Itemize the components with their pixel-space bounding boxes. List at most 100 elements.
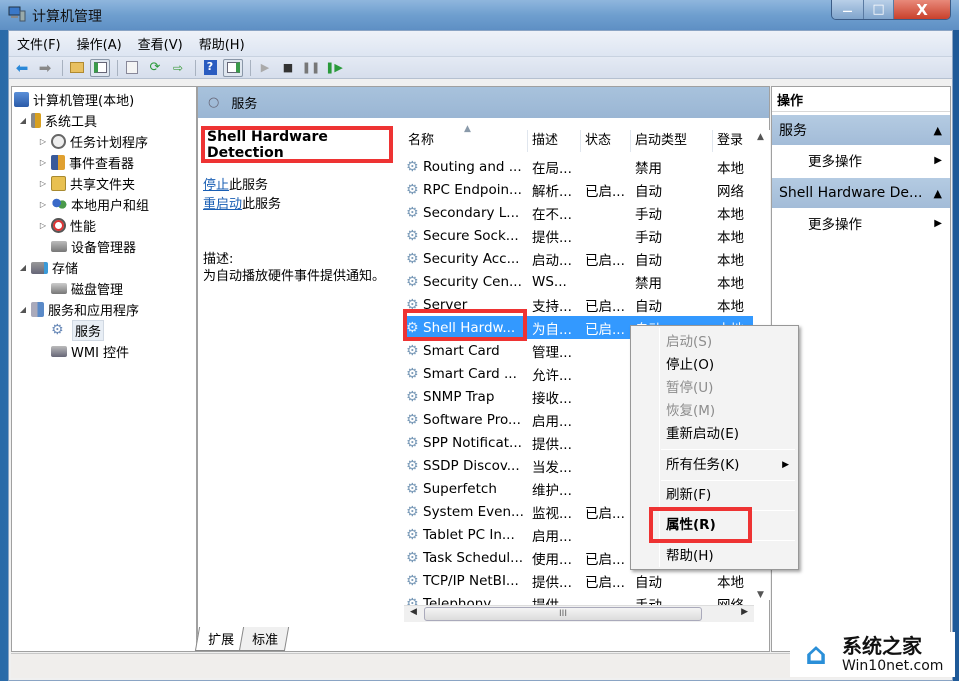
cell-name: ⚙ Software Pro...	[404, 412, 528, 428]
column-header-logon[interactable]: 登录	[713, 130, 754, 152]
annotation-box-selected-row	[403, 309, 527, 341]
cell-status: 已启...	[585, 574, 625, 591]
refresh-button[interactable]: ⟳	[145, 59, 165, 77]
tree-item-services-apps[interactable]: ◢ 服务和应用程序	[18, 299, 139, 320]
minimize-icon: —	[842, 6, 853, 17]
more-actions-services[interactable]: 更多操作 ▶	[772, 145, 950, 175]
collapsed-icon[interactable]: ▷	[38, 137, 48, 146]
scroll-up-icon[interactable]: ▲	[757, 132, 764, 142]
collapse-icon[interactable]: ▲	[934, 187, 942, 200]
collapsed-icon[interactable]: ▷	[38, 221, 48, 230]
menu-item-help[interactable]: 帮助(H)	[666, 545, 791, 567]
scroll-right-icon[interactable]: ▶	[741, 607, 748, 617]
menu-item-all-tasks[interactable]: 所有任务(K) ▶	[666, 454, 791, 476]
more-actions-shell-hardware[interactable]: 更多操作 ▶	[772, 208, 950, 238]
menu-separator	[661, 480, 795, 481]
stop-service-link[interactable]: 停止	[203, 178, 229, 193]
cell-name: ⚙ SSDP Discov...	[404, 458, 528, 474]
scroll-left-icon[interactable]: ◀	[410, 607, 417, 617]
table-row[interactable]: ⚙ RPC Endpoin... 解析... 已启... 自动 网络	[404, 178, 754, 201]
menu-action[interactable]: 操作(A)	[77, 34, 122, 53]
menu-item-start[interactable]: 启动(S)	[666, 331, 791, 353]
table-row[interactable]: ⚙ Secondary L... 在不... 手动 本地	[404, 201, 754, 224]
tree-item-shared-folders[interactable]: ▷ 共享文件夹	[38, 173, 135, 194]
minimize-button[interactable]: —	[832, 0, 864, 19]
collapsed-icon[interactable]: ▷	[38, 200, 48, 209]
tree-item-system-tools[interactable]: ◢ 系统工具	[18, 110, 97, 131]
horizontal-scrollbar[interactable]: ◀ III ▶	[404, 605, 754, 622]
actions-group-shell-hardware[interactable]: Shell Hardware De... ▲	[772, 178, 950, 208]
expanded-icon[interactable]: ◢	[18, 263, 28, 272]
tree-item-disk-management[interactable]: 磁盘管理	[51, 278, 123, 299]
cell-name: ⚙ Smart Card ...	[404, 366, 528, 382]
tree-item-services[interactable]: ⚙ 服务	[51, 320, 105, 341]
column-header-startup-type[interactable]: 启动类型	[631, 130, 713, 152]
tree-item-device-manager[interactable]: 设备管理器	[51, 236, 136, 257]
cell-text: Security Acc...	[423, 250, 520, 267]
action-label: 更多操作	[808, 217, 862, 233]
expanded-icon[interactable]: ◢	[18, 116, 28, 125]
scroll-down-icon[interactable]: ▼	[757, 590, 764, 600]
restart-service-link[interactable]: 重启动	[203, 197, 242, 212]
export-list-button[interactable]: ⇨	[168, 59, 188, 77]
menu-item-restart[interactable]: 重新启动(E)	[666, 423, 791, 445]
help-button[interactable]: ?	[200, 59, 220, 77]
cell-logon: 本地	[717, 574, 744, 591]
up-level-button[interactable]	[67, 59, 87, 77]
tab-extended[interactable]: 扩展	[194, 627, 246, 651]
cell-text: Secondary L...	[423, 204, 520, 221]
show-hide-action-pane-button[interactable]	[223, 58, 243, 77]
menu-item-resume[interactable]: 恢复(M)	[666, 400, 791, 422]
expanded-icon[interactable]: ◢	[18, 305, 28, 314]
back-button[interactable]: ⬅	[12, 59, 32, 77]
tree-item-local-users[interactable]: ▷ 本地用户和组	[38, 194, 149, 215]
action-label: 更多操作	[808, 154, 862, 170]
tree-root[interactable]: 计算机管理(本地)	[14, 89, 134, 110]
actions-group-services[interactable]: 服务 ▲	[772, 115, 950, 145]
pane-header: ○ 服务	[198, 87, 769, 118]
show-hide-tree-button[interactable]	[90, 58, 110, 77]
maximize-button[interactable]: □	[864, 0, 894, 19]
service-gear-icon: ⚙	[406, 204, 419, 221]
start-service-button[interactable]: ▶	[255, 59, 275, 77]
menu-view[interactable]: 查看(V)	[138, 34, 183, 53]
menu-item-label: 所有任务(K)	[666, 457, 740, 473]
tree-item-performance[interactable]: ▷ 性能	[38, 215, 96, 236]
cell-desc: 在不...	[532, 206, 572, 223]
restart-service-button[interactable]: ❚▶	[324, 59, 344, 77]
table-row[interactable]: ⚙ Secure Sock... 提供... 手动 本地	[404, 224, 754, 247]
shared-folder-icon	[51, 176, 66, 191]
collapsed-icon[interactable]: ▷	[38, 179, 48, 188]
menu-help[interactable]: 帮助(H)	[199, 34, 245, 53]
table-row[interactable]: ⚙ Security Cen... WS... 禁用 本地	[404, 270, 754, 293]
tree-item-event-viewer[interactable]: ▷ 事件查看器	[38, 152, 134, 173]
column-header-description[interactable]: 描述	[528, 130, 581, 152]
collapsed-icon[interactable]: ▷	[38, 158, 48, 167]
tree-label: 服务和应用程序	[48, 304, 140, 319]
forward-button[interactable]: ➡	[35, 59, 55, 77]
group-title: 服务	[779, 123, 807, 139]
pane-title: 服务	[231, 97, 258, 112]
group-title: Shell Hardware De...	[779, 185, 923, 201]
tree-item-task-scheduler[interactable]: ▷ 任务计划程序	[38, 131, 148, 152]
cell-logon: 本地	[717, 252, 744, 269]
close-button[interactable]: X	[894, 0, 950, 19]
tab-standard[interactable]: 标准	[238, 627, 290, 651]
watermark-cn: 系统之家	[842, 633, 922, 658]
scrollbar-thumb[interactable]: III	[424, 607, 702, 621]
column-header-status[interactable]: 状态	[581, 130, 631, 152]
cell-desc: WS...	[532, 273, 567, 290]
tree-item-wmi-control[interactable]: WMI 控件	[51, 341, 129, 362]
menu-item-pause[interactable]: 暂停(U)	[666, 377, 791, 399]
collapse-icon[interactable]: ▲	[934, 124, 942, 137]
pause-service-button[interactable]: ❚❚	[301, 59, 321, 77]
tree-item-storage[interactable]: ◢ 存储	[18, 257, 78, 278]
table-row[interactable]: ⚙ Routing and ... 在局... 禁用 本地	[404, 155, 754, 178]
menu-file[interactable]: 文件(F)	[17, 34, 61, 53]
menu-item-stop[interactable]: 停止(O)	[666, 354, 791, 376]
stop-service-button[interactable]: ■	[278, 59, 298, 77]
table-row[interactable]: ⚙ Security Acc... 启动... 已启... 自动 本地	[404, 247, 754, 270]
table-row[interactable]: ⚙ TCP/IP NetBI... 提供... 已启... 自动 本地	[404, 569, 754, 592]
properties-button[interactable]	[122, 59, 142, 77]
menu-item-refresh[interactable]: 刷新(F)	[666, 484, 791, 506]
